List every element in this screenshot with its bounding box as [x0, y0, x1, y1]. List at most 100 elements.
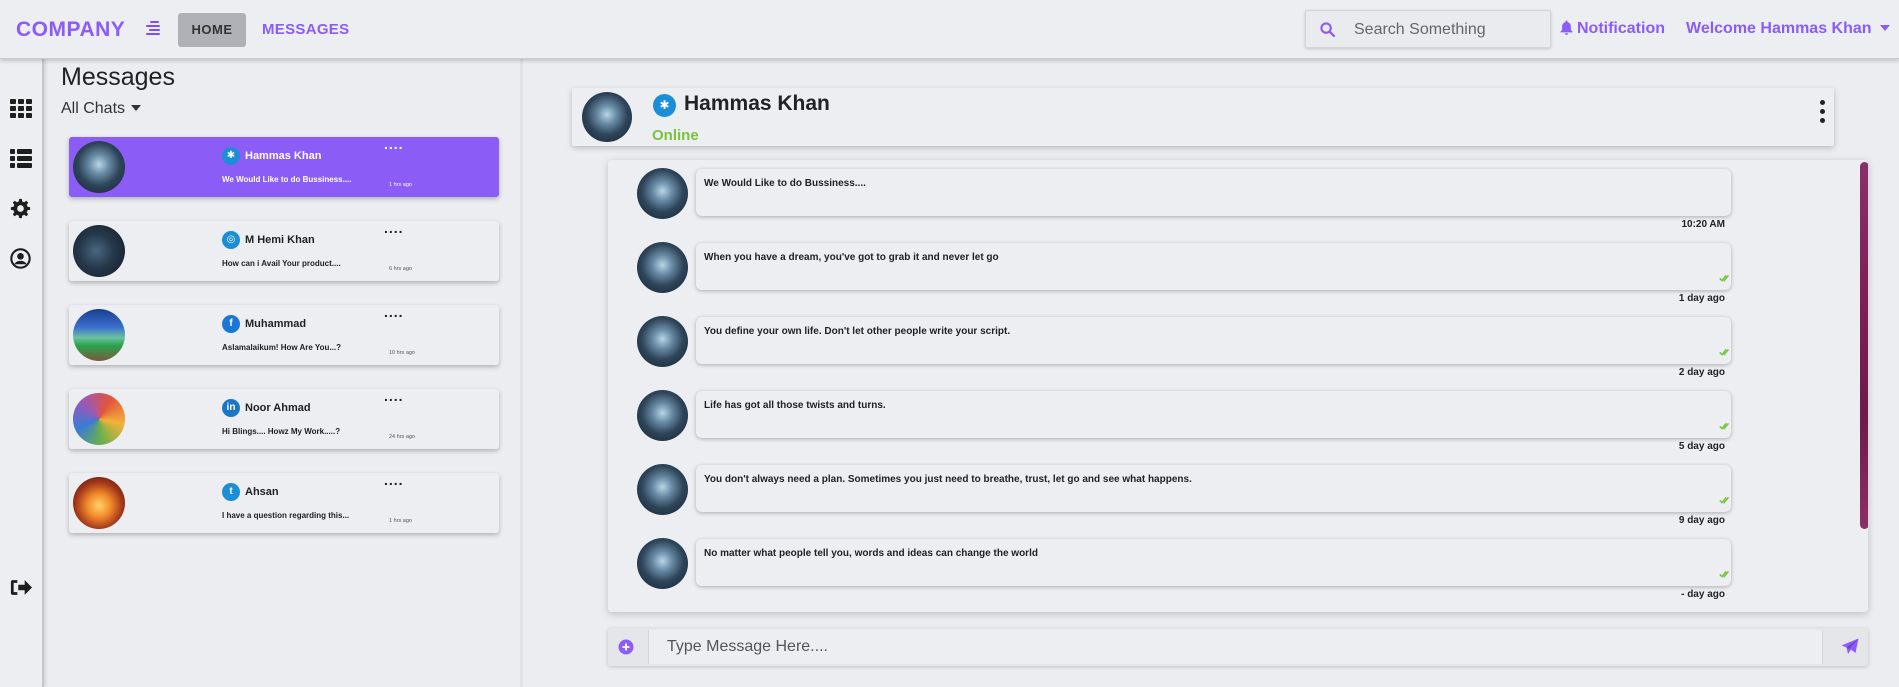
message-text: We Would Like to do Bussiness....: [704, 178, 866, 189]
search-input[interactable]: [1354, 19, 1544, 41]
avatar: [582, 92, 632, 142]
settings-gear-icon[interactable]: [10, 198, 31, 219]
messages-nav-link[interactable]: MESSAGES: [262, 21, 349, 38]
list-icon[interactable]: [10, 149, 32, 168]
avatar: [73, 309, 125, 361]
bell-icon: [1560, 20, 1573, 35]
icon-sidebar: [0, 59, 44, 687]
more-vertical-icon[interactable]: [1820, 100, 1826, 127]
message-time: 9 day ago: [1678, 515, 1725, 526]
thread-scrollbar[interactable]: [1860, 162, 1868, 529]
read-receipt-icon: [1719, 274, 1730, 282]
message-item: When you have a dream, you've got to gra…: [637, 234, 1847, 308]
chat-name: Muhammad: [245, 318, 307, 330]
chevron-down-icon: [1879, 25, 1890, 31]
more-options-icon[interactable]: ....: [384, 305, 404, 319]
avatar: [637, 316, 688, 367]
apps-grid-icon[interactable]: [10, 99, 32, 118]
message-time: 10:20 AM: [1681, 219, 1725, 230]
avatar: [73, 225, 125, 277]
message-time: - day ago: [1681, 589, 1725, 600]
avatar: [637, 538, 688, 589]
caret-down-icon: [131, 105, 142, 111]
chat-list-item[interactable]: in Noor Ahmad Hi Blings.... Howz My Work…: [69, 389, 499, 449]
avatar: [73, 393, 125, 445]
message-time: 1 day ago: [1678, 293, 1725, 304]
notification-link[interactable]: Notification: [1560, 20, 1665, 38]
message-text: No matter what people tell you, words an…: [704, 548, 1038, 559]
chat-preview: I have a question regarding this...: [222, 511, 350, 520]
message-item: No matter what people tell you, words an…: [637, 530, 1847, 604]
chat-time: 10 hrs ago: [389, 350, 415, 356]
message-bubble: You define your own life. Don't let othe…: [696, 317, 1731, 364]
chat-filter-dropdown[interactable]: All Chats: [61, 100, 142, 118]
add-attachment-icon[interactable]: [618, 639, 634, 655]
message-item: We Would Like to do Bussiness.... 10:20 …: [637, 160, 1847, 234]
avatar: [73, 477, 125, 529]
status-online: Online: [652, 127, 699, 144]
message-bubble: We Would Like to do Bussiness....: [696, 169, 1731, 216]
search-box: [1305, 10, 1551, 48]
chat-filter-label: All Chats: [61, 100, 126, 117]
search-icon[interactable]: [1320, 22, 1335, 37]
chat-time: 1 hrs ago: [389, 182, 412, 188]
message-bubble: Life has got all those twists and turns.: [696, 391, 1731, 438]
twitter-icon: t: [222, 483, 240, 501]
read-receipt-icon: [1719, 496, 1730, 504]
message-item: You define your own life. Don't let othe…: [637, 308, 1847, 382]
message-item: Life has got all those twists and turns.…: [637, 382, 1847, 456]
message-time: 2 day ago: [1678, 367, 1725, 378]
chat-name: Noor Ahmad: [245, 402, 311, 414]
message-time: 5 day ago: [1678, 441, 1725, 452]
linkedin-icon: in: [222, 399, 240, 417]
conversation-header: ✱ Hammas Khan Online: [572, 88, 1834, 146]
chat-list-item[interactable]: ◎ M Hemi Khan How can i Avail Your produ…: [69, 221, 499, 281]
brand-logo[interactable]: COMPANY: [16, 18, 125, 42]
avatar: [637, 168, 688, 219]
chat-name: Hammas Khan: [245, 150, 322, 162]
yelp-icon: ✱: [653, 94, 676, 117]
chat-preview: We Would Like to do Bussiness....: [222, 175, 352, 184]
chat-list-item[interactable]: t Ahsan I have a question regarding this…: [69, 473, 499, 533]
more-options-icon[interactable]: ....: [384, 137, 404, 151]
message-input[interactable]: [648, 630, 1823, 664]
more-options-icon[interactable]: ....: [384, 389, 404, 403]
more-options-icon[interactable]: ....: [384, 221, 404, 235]
chat-name: Ahsan: [245, 486, 279, 498]
read-receipt-icon: [1719, 422, 1730, 430]
chat-preview: How can i Avail Your product....: [222, 259, 341, 268]
facebook-icon: f: [222, 315, 240, 333]
avatar: [637, 242, 688, 293]
read-receipt-icon: [1719, 570, 1730, 578]
message-text: When you have a dream, you've got to gra…: [704, 252, 999, 263]
send-icon[interactable]: [1841, 638, 1859, 655]
chat-list-item[interactable]: ✱ Hammas Khan We Would Like to do Bussin…: [69, 137, 499, 197]
notification-label: Notification: [1577, 20, 1665, 37]
chat-time: 6 hrs ago: [389, 266, 412, 272]
chat-time: 1 hrs ago: [389, 518, 412, 524]
read-receipt-icon: [1719, 348, 1730, 356]
welcome-label: Welcome Hammas Khan: [1686, 20, 1872, 37]
message-text: You don't always need a plan. Sometimes …: [704, 474, 1192, 485]
chat-list-item[interactable]: f Muhammad Aslamalaikum! How Are You...?…: [69, 305, 499, 365]
avatar: [73, 141, 125, 193]
message-text: Life has got all those twists and turns.: [704, 400, 886, 411]
contact-name: Hammas Khan: [684, 92, 830, 115]
logout-icon[interactable]: [10, 578, 32, 597]
message-bubble: When you have a dream, you've got to gra…: [696, 243, 1731, 290]
message-bubble: No matter what people tell you, words an…: [696, 539, 1731, 586]
avatar: [637, 464, 688, 515]
user-menu-dropdown[interactable]: Welcome Hammas Khan: [1686, 20, 1890, 38]
menu-toggle-icon[interactable]: [146, 20, 164, 36]
home-nav-button[interactable]: HOME: [178, 13, 246, 47]
messages-panel: Messages All Chats ✱ Hammas Khan We Woul…: [44, 59, 523, 687]
message-composer: [608, 628, 1868, 666]
avatar: [637, 390, 688, 441]
more-options-icon[interactable]: ....: [384, 473, 404, 487]
chat-preview: Hi Blings.... Howz My Work.....?: [222, 427, 341, 436]
user-circle-icon[interactable]: [10, 248, 31, 269]
top-navbar: COMPANY HOME MESSAGES Notification Welco…: [0, 0, 1899, 59]
chat-name: M Hemi Khan: [245, 234, 315, 246]
messages-title: Messages: [61, 63, 175, 91]
message-thread: We Would Like to do Bussiness.... 10:20 …: [608, 160, 1868, 612]
